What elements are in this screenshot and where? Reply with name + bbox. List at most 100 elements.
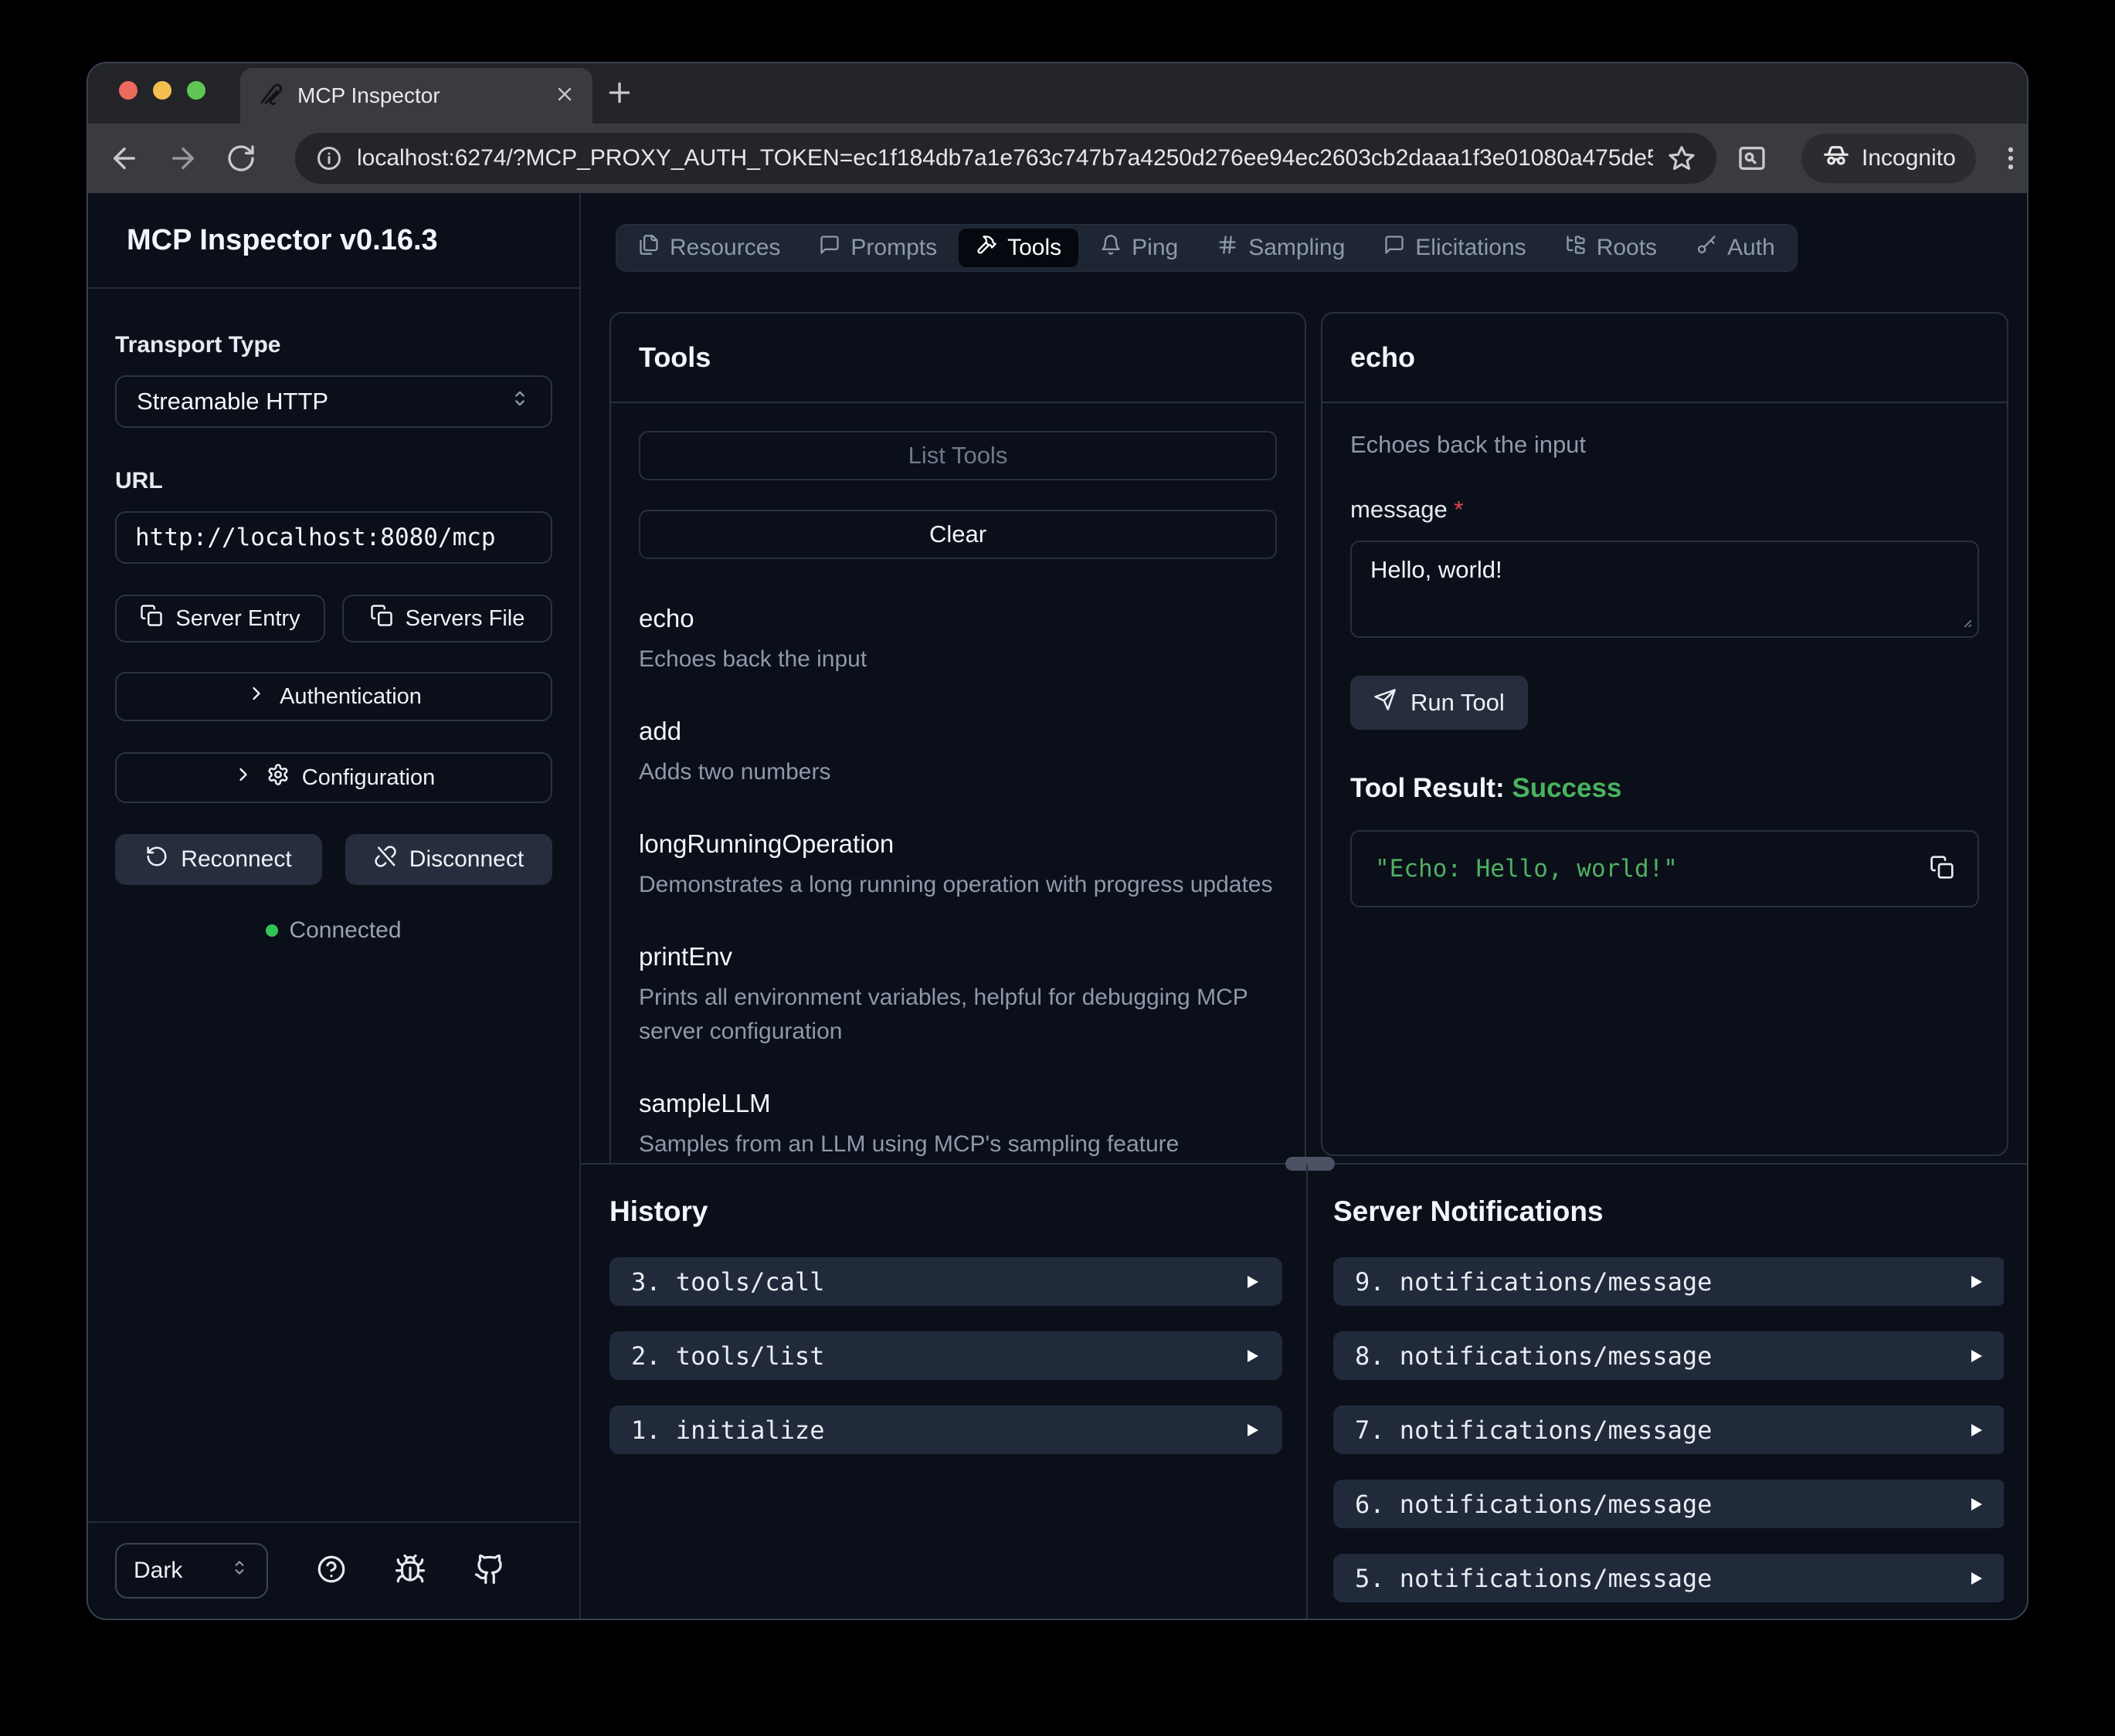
forward-button[interactable] bbox=[167, 142, 199, 175]
tool-detail-title: echo bbox=[1350, 341, 1415, 374]
disconnect-button[interactable]: Disconnect bbox=[345, 834, 552, 885]
server-notifications-section: Server Notifications 9. notifications/me… bbox=[1333, 1165, 2004, 1619]
tool-name: echo bbox=[639, 604, 1277, 633]
connected-dot-icon bbox=[266, 924, 278, 937]
message-field-label: message * bbox=[1350, 496, 1979, 524]
back-button[interactable] bbox=[108, 142, 141, 175]
folder-tree-icon bbox=[1565, 234, 1587, 262]
reconnect-button[interactable]: Reconnect bbox=[115, 834, 322, 885]
tool-result-value: "Echo: Hello, world!" bbox=[1375, 855, 1930, 883]
message-input[interactable]: Hello, world! bbox=[1350, 541, 1979, 638]
expand-play-icon bbox=[1242, 1347, 1261, 1365]
browser-tab[interactable]: MCP Inspector bbox=[240, 68, 592, 124]
expand-play-icon bbox=[1242, 1421, 1261, 1439]
hammer-icon bbox=[976, 234, 997, 262]
notification-row[interactable]: 9. notifications/message bbox=[1333, 1257, 2004, 1306]
server-entry-button[interactable]: Server Entry bbox=[115, 595, 325, 643]
notification-row[interactable]: 8. notifications/message bbox=[1333, 1331, 2004, 1380]
notification-row[interactable]: 6. notifications/message bbox=[1333, 1480, 2004, 1528]
expand-play-icon bbox=[1966, 1421, 1984, 1439]
site-info-icon[interactable] bbox=[315, 144, 343, 172]
history-section: History 3. tools/call 2. tools/list 1. i… bbox=[581, 1165, 1306, 1619]
address-bar[interactable]: localhost:6274/?MCP_PROXY_AUTH_TOKEN=ec1… bbox=[295, 133, 1716, 184]
tool-list-item[interactable]: sampleLLM Samples from an LLM using MCP'… bbox=[639, 1089, 1277, 1161]
traffic-lights bbox=[119, 81, 205, 100]
sidebar-footer: Dark bbox=[88, 1521, 579, 1619]
tool-description: Adds two numbers bbox=[639, 755, 1277, 789]
server-notifications-title: Server Notifications bbox=[1333, 1195, 2004, 1228]
tab-tools[interactable]: Tools bbox=[959, 229, 1078, 267]
tools-panel-title: Tools bbox=[639, 341, 711, 374]
github-icon[interactable] bbox=[474, 1553, 506, 1589]
message-square-icon bbox=[1383, 234, 1405, 262]
tab-ping[interactable]: Ping bbox=[1083, 229, 1195, 267]
resize-handle-icon[interactable] bbox=[1956, 612, 1973, 632]
expand-play-icon bbox=[1966, 1495, 1984, 1514]
minimize-window-button[interactable] bbox=[153, 81, 171, 100]
server-url-value: http://localhost:8080/mcp bbox=[135, 524, 496, 551]
tab-title: MCP Inspector bbox=[297, 83, 541, 108]
files-icon bbox=[638, 234, 660, 262]
tool-name: add bbox=[639, 717, 1277, 746]
tool-detail-description: Echoes back the input bbox=[1350, 431, 1979, 459]
new-tab-button[interactable] bbox=[604, 77, 635, 112]
close-window-button[interactable] bbox=[119, 81, 137, 100]
tool-list-item[interactable]: longRunningOperation Demonstrates a long… bbox=[639, 829, 1277, 902]
configuration-button[interactable]: Configuration bbox=[115, 752, 552, 803]
notification-row[interactable]: 7. notifications/message bbox=[1333, 1405, 2004, 1454]
tool-description: Samples from an LLM using MCP's sampling… bbox=[639, 1127, 1277, 1161]
tab-roots[interactable]: Roots bbox=[1548, 229, 1674, 267]
tool-result-box: "Echo: Hello, world!" bbox=[1350, 830, 1979, 907]
tab-prompts[interactable]: Prompts bbox=[802, 229, 954, 267]
message-square-icon bbox=[819, 234, 840, 262]
tool-list-item[interactable]: echo Echoes back the input bbox=[639, 604, 1277, 676]
tab-auth[interactable]: Auth bbox=[1679, 229, 1792, 267]
url-label: URL bbox=[115, 468, 552, 494]
tab-elicitations[interactable]: Elicitations bbox=[1366, 229, 1543, 267]
bookmark-star-icon[interactable] bbox=[1667, 144, 1696, 173]
send-icon bbox=[1373, 688, 1397, 717]
clear-tools-button[interactable]: Clear bbox=[639, 510, 1277, 559]
theme-value: Dark bbox=[134, 1558, 182, 1584]
browser-menu-icon[interactable] bbox=[1996, 144, 2025, 173]
transport-type-value: Streamable HTTP bbox=[137, 388, 328, 415]
tool-list-item[interactable]: printEnv Prints all environment variable… bbox=[639, 942, 1277, 1049]
url-text[interactable]: localhost:6274/?MCP_PROXY_AUTH_TOKEN=ec1… bbox=[357, 145, 1653, 171]
unlink-icon bbox=[374, 845, 397, 874]
help-icon[interactable] bbox=[315, 1553, 348, 1589]
copy-result-icon[interactable] bbox=[1930, 855, 1954, 883]
list-tools-button[interactable]: List Tools bbox=[639, 431, 1277, 480]
history-row[interactable]: 1. initialize bbox=[609, 1405, 1282, 1454]
history-row[interactable]: 2. tools/list bbox=[609, 1331, 1282, 1380]
tab-close-icon[interactable] bbox=[554, 83, 575, 109]
browser-toolbar: localhost:6274/?MCP_PROXY_AUTH_TOKEN=ec1… bbox=[88, 124, 2027, 193]
tab-sampling[interactable]: Sampling bbox=[1200, 229, 1362, 267]
authentication-button[interactable]: Authentication bbox=[115, 672, 552, 721]
tool-name: longRunningOperation bbox=[639, 829, 1277, 859]
zoom-window-button[interactable] bbox=[187, 81, 205, 100]
history-row[interactable]: 3. tools/call bbox=[609, 1257, 1282, 1306]
tool-name: printEnv bbox=[639, 942, 1277, 971]
connection-status-label: Connected bbox=[289, 917, 401, 944]
theme-select[interactable]: Dark bbox=[115, 1543, 268, 1599]
expand-play-icon bbox=[1966, 1347, 1984, 1365]
sidebar-header: MCP Inspector v0.16.3 bbox=[88, 193, 579, 289]
tool-name: sampleLLM bbox=[639, 1089, 1277, 1118]
expand-play-icon bbox=[1966, 1273, 1984, 1291]
tools-panel-header: Tools bbox=[611, 314, 1305, 403]
server-url-input[interactable]: http://localhost:8080/mcp bbox=[115, 511, 552, 564]
reload-button[interactable] bbox=[226, 143, 256, 174]
chevron-right-icon bbox=[233, 764, 254, 792]
tool-list-item[interactable]: add Adds two numbers bbox=[639, 717, 1277, 789]
servers-file-button[interactable]: Servers File bbox=[342, 595, 552, 643]
copy-icon bbox=[140, 604, 163, 633]
tab-resources[interactable]: Resources bbox=[621, 229, 797, 267]
run-tool-button[interactable]: Run Tool bbox=[1350, 676, 1528, 730]
bug-icon[interactable] bbox=[394, 1553, 426, 1589]
notification-row[interactable]: 5. notifications/message bbox=[1333, 1554, 2004, 1602]
hash-icon bbox=[1217, 234, 1238, 262]
transport-type-select[interactable]: Streamable HTTP bbox=[115, 375, 552, 428]
incognito-badge: Incognito bbox=[1801, 134, 1976, 183]
side-panel-search-icon[interactable] bbox=[1736, 143, 1767, 174]
bell-icon bbox=[1100, 234, 1122, 262]
